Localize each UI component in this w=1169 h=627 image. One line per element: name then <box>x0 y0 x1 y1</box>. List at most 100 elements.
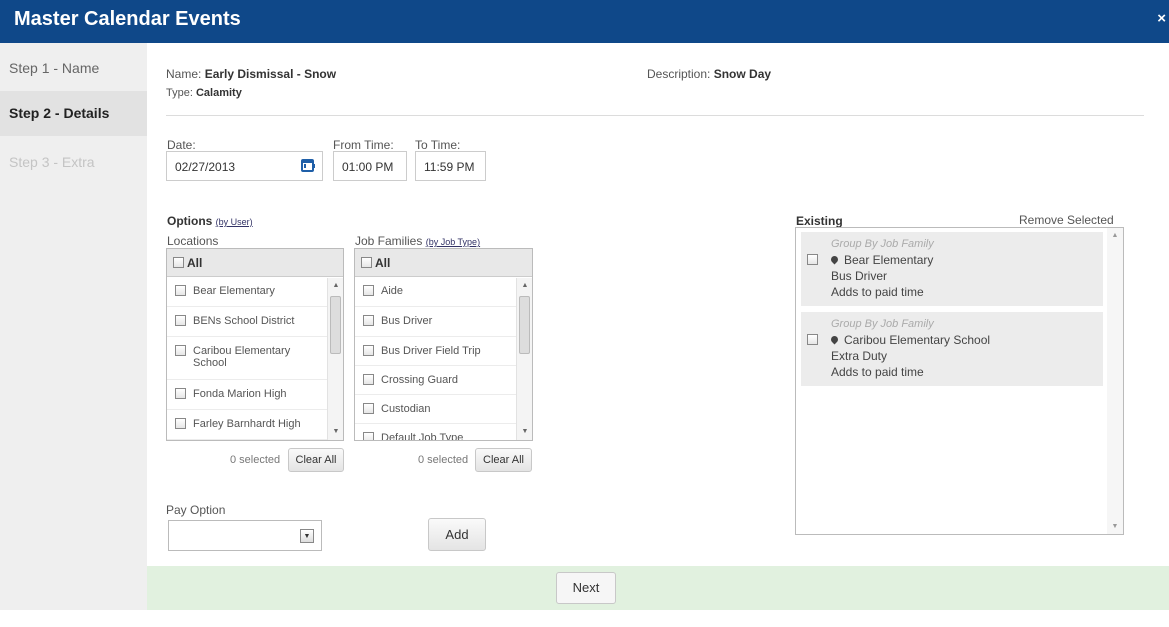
checkbox[interactable] <box>363 345 374 356</box>
step-details[interactable]: Step 2 - Details <box>0 91 147 136</box>
from-time-label: From Time: <box>333 138 394 152</box>
to-time-field[interactable]: 11:59 PM <box>415 151 486 181</box>
steps-sidebar: Step 1 - Name Step 2 - Details Step 3 - … <box>0 43 147 610</box>
list-item[interactable]: Bus Driver <box>355 307 532 337</box>
existing-title: Existing <box>796 214 843 228</box>
scroll-down-icon[interactable]: ▼ <box>1107 523 1123 530</box>
checkbox[interactable] <box>363 315 374 326</box>
job-families-list: All Aide Bus Driver Bus Driver Field Tri… <box>354 248 533 441</box>
checkbox[interactable] <box>363 374 374 385</box>
list-item-label: Custodian <box>381 403 431 415</box>
date-field[interactable]: 02/27/2013 <box>166 151 323 181</box>
add-button[interactable]: Add <box>428 518 486 551</box>
existing-item: Group By Job Family Bear Elementary Bus … <box>801 232 1103 306</box>
map-marker-icon <box>829 254 840 265</box>
event-description: Description: Snow Day <box>647 67 771 81</box>
divider <box>166 115 1144 116</box>
scroll-up-icon[interactable]: ▲ <box>1107 232 1123 239</box>
calendar-icon[interactable] <box>301 159 315 172</box>
scroll-down-icon[interactable]: ▼ <box>328 426 343 438</box>
list-item[interactable]: Crossing Guard <box>355 366 532 395</box>
list-item-label: Farley Barnhardt High <box>193 418 301 430</box>
existing-scrollbar[interactable]: ▲ ▼ <box>1107 228 1123 534</box>
type-value: Calamity <box>195 87 242 99</box>
list-item[interactable]: Aide <box>355 277 532 307</box>
list-item[interactable]: Caribou Elementary School <box>167 337 343 380</box>
by-job-type-link[interactable]: (by Job Type) <box>426 237 480 247</box>
locations-label: Locations <box>167 234 219 248</box>
job-families-all-label: All <box>375 256 391 270</box>
description-value: Snow Day <box>713 67 772 81</box>
modal-footer <box>147 566 1169 610</box>
locations-list: All Bear Elementary BENs School District… <box>166 248 344 441</box>
modal-header: Master Calendar Events × <box>0 0 1169 43</box>
list-item[interactable]: Fonda Marion High <box>167 380 343 410</box>
scroll-thumb[interactable] <box>330 296 341 354</box>
list-item-label: Bear Elementary <box>193 285 275 297</box>
step-extra[interactable]: Step 3 - Extra <box>0 140 147 185</box>
job-families-clear-all-button[interactable]: Clear All <box>475 448 532 472</box>
event-name: Name: Early Dismissal - Snow <box>166 67 336 81</box>
checkbox[interactable] <box>175 418 186 429</box>
list-item[interactable]: BENs School District <box>167 307 343 337</box>
existing-item-group: Group By Job Family <box>831 318 934 330</box>
next-button[interactable]: Next <box>556 572 616 604</box>
existing-item-checkbox[interactable] <box>807 334 818 345</box>
checkbox[interactable] <box>175 388 186 399</box>
step-name[interactable]: Step 1 - Name <box>0 46 147 91</box>
checkbox[interactable] <box>363 285 374 296</box>
list-item-label: BENs School District <box>193 315 295 327</box>
locations-all-label: All <box>187 256 203 270</box>
job-families-all-checkbox[interactable] <box>361 257 372 268</box>
by-user-link[interactable]: (by User) <box>216 217 253 227</box>
type-label: Type: <box>166 87 193 99</box>
map-marker-icon <box>829 334 840 345</box>
existing-item-job: Bus Driver <box>831 269 888 283</box>
existing-item-note: Adds to paid time <box>831 285 924 299</box>
locations-all-row[interactable]: All <box>167 249 343 277</box>
existing-item-location: Caribou Elementary School <box>829 332 990 348</box>
scroll-thumb[interactable] <box>519 296 530 354</box>
list-item[interactable]: Default Job Type <box>355 424 532 441</box>
event-type: Type: Calamity <box>166 87 242 99</box>
pay-option-label: Pay Option <box>166 503 226 517</box>
scroll-up-icon[interactable]: ▲ <box>517 280 532 292</box>
job-families-all-row[interactable]: All <box>355 249 532 277</box>
locations-clear-all-button[interactable]: Clear All <box>288 448 344 472</box>
job-families-selected-count: 0 selected <box>418 454 469 466</box>
scroll-up-icon[interactable]: ▲ <box>328 280 343 292</box>
list-item-label: Fonda Marion High <box>193 388 287 400</box>
existing-item-job: Extra Duty <box>831 349 888 363</box>
options-title: Options (by User) <box>167 214 253 228</box>
existing-list: Group By Job Family Bear Elementary Bus … <box>795 227 1124 535</box>
checkbox[interactable] <box>175 285 186 296</box>
job-families-scrollbar[interactable]: ▲ ▼ <box>516 278 532 440</box>
from-time-field[interactable]: 01:00 PM <box>333 151 407 181</box>
to-time-label: To Time: <box>415 138 461 152</box>
existing-item: Group By Job Family Caribou Elementary S… <box>801 312 1103 386</box>
pay-option-select[interactable]: ▼ <box>168 520 322 551</box>
modal-title: Master Calendar Events <box>14 8 241 30</box>
existing-item-checkbox[interactable] <box>807 254 818 265</box>
date-value: 02/27/2013 <box>175 160 236 174</box>
description-label: Description: <box>647 67 711 81</box>
locations-all-checkbox[interactable] <box>173 257 184 268</box>
list-item-label: Default Job Type <box>381 432 464 441</box>
checkbox[interactable] <box>175 315 186 326</box>
checkbox[interactable] <box>175 345 186 356</box>
locations-selected-count: 0 selected <box>230 454 281 466</box>
remove-selected-link[interactable]: Remove Selected <box>1019 213 1114 227</box>
locations-scrollbar[interactable]: ▲ ▼ <box>327 278 343 440</box>
options-label: Options <box>167 214 213 228</box>
scroll-down-icon[interactable]: ▼ <box>517 426 532 438</box>
list-item[interactable]: Bear Elementary <box>167 277 343 307</box>
checkbox[interactable] <box>363 403 374 414</box>
list-item-label: Bus Driver <box>381 315 433 327</box>
dropdown-arrow-icon[interactable]: ▼ <box>300 529 314 543</box>
list-item[interactable]: Custodian <box>355 395 532 424</box>
list-item[interactable]: Farley Barnhardt High <box>167 410 343 440</box>
checkbox[interactable] <box>363 432 374 440</box>
close-icon[interactable]: × <box>1157 10 1166 27</box>
list-item-label: Bus Driver Field Trip <box>381 345 481 357</box>
list-item[interactable]: Bus Driver Field Trip <box>355 337 532 366</box>
